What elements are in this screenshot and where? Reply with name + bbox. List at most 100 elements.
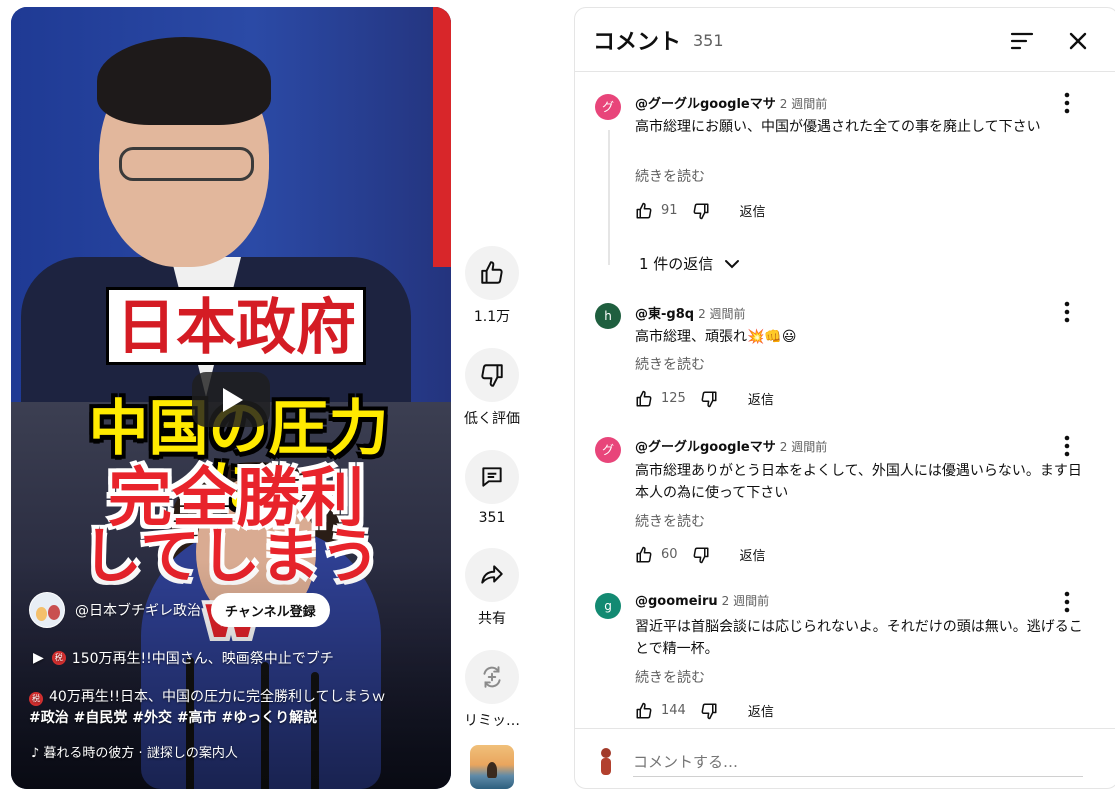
shorts-page: 日本政府 中国の圧力に 完全勝利 してしまうw @日本ブチギレ政治 チャンネル登… <box>0 0 1115 793</box>
comments-header-count: 351 <box>693 31 724 50</box>
comment-actions: 60 返信 <box>635 545 766 564</box>
thumbs-down-icon[interactable] <box>692 546 710 564</box>
reply-button[interactable]: 返信 <box>748 389 774 408</box>
play-icon[interactable] <box>192 372 270 427</box>
remix-action[interactable]: リミッ… <box>458 650 526 730</box>
thumbs-up-icon[interactable] <box>635 390 653 408</box>
comment-time[interactable]: 2 週間前 <box>780 97 827 111</box>
thumbs-up-icon[interactable] <box>635 546 653 564</box>
music-link[interactable]: ♪ 暮れる時の彼方 · 謎探しの案内人 <box>31 742 238 761</box>
comments-count: 351 <box>478 510 506 526</box>
comment-time[interactable]: 2 週間前 <box>722 594 769 608</box>
thread-line <box>608 130 610 265</box>
thumbs-down-icon <box>481 364 503 387</box>
close-icon[interactable] <box>1063 26 1093 56</box>
comment-author[interactable]: @グーグルgoogleマサ 2 週間前 <box>635 93 827 112</box>
dislike-label: 低く評価 <box>464 411 520 427</box>
comment-author-name[interactable]: @goomeiru <box>635 594 718 609</box>
sound-thumbnail[interactable] <box>470 745 514 789</box>
comment-avatar[interactable]: グ <box>595 94 621 120</box>
comment-author-name[interactable]: @グーグルgoogleマサ <box>635 440 776 455</box>
read-more-link[interactable]: 続きを読む <box>635 354 705 374</box>
view-replies-button[interactable]: 1 件の返信 <box>639 253 741 274</box>
like-action[interactable]: 1.1万 <box>458 246 526 326</box>
comment-like-count: 91 <box>661 203 678 218</box>
reply-button[interactable]: 返信 <box>740 545 766 564</box>
tax-badge-icon: 税 <box>29 692 43 706</box>
channel-row: @日本ブチギレ政治 チャンネル登録 <box>29 592 330 628</box>
comment-input[interactable] <box>633 747 1083 777</box>
remix-button[interactable] <box>465 650 519 704</box>
share-button[interactable] <box>465 548 519 602</box>
remix-icon <box>483 666 501 688</box>
share-icon <box>481 565 503 584</box>
reply-button[interactable]: 返信 <box>740 201 766 220</box>
reply-button[interactable]: 返信 <box>748 701 774 720</box>
comment-text: 高市総理ありがとう日本をよくして、外国人には優遇いらない。ます日本人の為に使って… <box>635 463 1082 501</box>
speaker-hair <box>97 37 271 125</box>
video-hashtags[interactable]: #政治 #自民党 #外交 #高市 #ゆっくり解説 <box>29 710 317 726</box>
playlist-link[interactable]: ▶ 税 150万再生!!中国さん、映画祭中止でブチ <box>33 648 334 668</box>
comments-panel: コメント 351 グ @グーグルgoogleマサ 2 週間前 高市総理にお願い、中… <box>574 7 1115 789</box>
video-title: 40万再生!!日本、中国の圧力に完全勝利してしまうｗ <box>49 689 386 705</box>
comment-author-name[interactable]: @グーグルgoogleマサ <box>635 97 776 112</box>
comment-actions: 91 返信 <box>635 201 766 220</box>
dislike-action[interactable]: 低く評価 <box>458 348 526 428</box>
sort-icon[interactable] <box>1007 26 1037 56</box>
thumbs-down-icon[interactable] <box>700 390 718 408</box>
share-label: 共有 <box>478 611 506 627</box>
comment-avatar[interactable]: h <box>595 303 621 329</box>
video-player[interactable]: 日本政府 中国の圧力に 完全勝利 してしまうw @日本ブチギレ政治 チャンネル登… <box>11 7 451 789</box>
read-more-link[interactable]: 続きを読む <box>635 166 705 186</box>
comment-time[interactable]: 2 週間前 <box>698 307 745 321</box>
comment-author[interactable]: @グーグルgoogleマサ 2 週間前 <box>635 436 827 455</box>
like-count: 1.1万 <box>473 309 511 325</box>
subscribe-button[interactable]: チャンネル登録 <box>211 593 330 627</box>
user-avatar-icon[interactable] <box>597 747 615 777</box>
comments-action[interactable]: 351 <box>458 450 526 526</box>
comment-actions: 125 返信 <box>635 389 774 408</box>
chevron-down-icon <box>725 259 740 268</box>
comment-text: 高市総理、頑張れ💥👊😃 <box>635 329 797 345</box>
thumbs-up-icon[interactable] <box>635 202 653 220</box>
comment-avatar[interactable]: g <box>595 593 621 619</box>
comment-author[interactable]: @goomeiru 2 週間前 <box>635 592 769 609</box>
comment-like-count: 60 <box>661 547 678 562</box>
comment-text: 習近平は首脳会談には応じられないよ。それだけの頭は無い。逃げることで精一杯。 <box>635 619 1083 657</box>
flag-decoration <box>433 7 451 267</box>
share-action[interactable]: 共有 <box>458 548 526 628</box>
more-options-icon[interactable] <box>1057 589 1077 615</box>
playlist-play-icon: ▶ <box>33 650 44 666</box>
channel-avatar[interactable] <box>29 592 65 628</box>
thumbs-down-icon[interactable] <box>700 702 718 720</box>
more-options-icon[interactable] <box>1057 90 1077 116</box>
comment-icon <box>482 467 502 487</box>
more-options-icon[interactable] <box>1057 433 1077 459</box>
comment-avatar[interactable]: グ <box>595 437 621 463</box>
thumbnail-caption-1: 日本政府 <box>106 287 366 365</box>
comments-button[interactable] <box>465 450 519 504</box>
speaker-glasses <box>119 147 254 181</box>
remix-label: リミッ… <box>464 713 520 729</box>
comments-header: コメント 351 <box>575 8 1115 72</box>
dislike-button[interactable] <box>465 348 519 402</box>
thumbs-down-icon[interactable] <box>692 202 710 220</box>
comment-author[interactable]: @東-g8q 2 週間前 <box>635 303 746 322</box>
comment-input-row <box>575 728 1115 788</box>
comment-like-count: 144 <box>661 703 686 718</box>
replies-label: 1 件の返信 <box>639 255 714 273</box>
comment-actions: 144 返信 <box>635 701 774 720</box>
comment-author-name[interactable]: @東-g8q <box>635 307 694 322</box>
playlist-title: 150万再生!!中国さん、映画祭中止でブチ <box>71 651 334 667</box>
video-title-block[interactable]: 税 40万再生!!日本、中国の圧力に完全勝利してしまうｗ #政治 #自民党 #外交… <box>29 687 439 729</box>
read-more-link[interactable]: 続きを読む <box>635 667 705 687</box>
read-more-link[interactable]: 続きを読む <box>635 511 705 531</box>
action-column: 1.1万 低く評価 351 共有 リミッ… <box>458 246 526 752</box>
more-options-icon[interactable] <box>1057 299 1077 325</box>
comment-time[interactable]: 2 週間前 <box>780 440 827 454</box>
channel-name[interactable]: @日本ブチギレ政治 <box>75 600 201 620</box>
tax-badge-icon: 税 <box>51 651 66 665</box>
like-button[interactable] <box>465 246 519 300</box>
thumbs-up-icon[interactable] <box>635 702 653 720</box>
comment-like-count: 125 <box>661 391 686 406</box>
